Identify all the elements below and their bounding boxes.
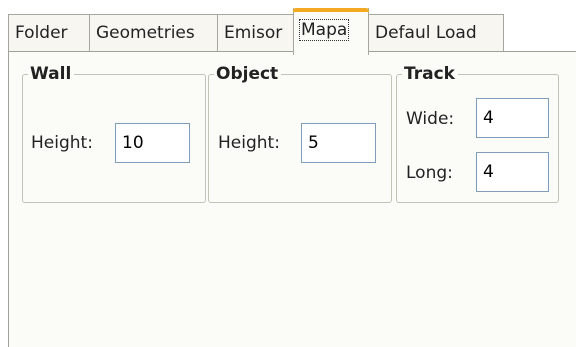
track-group-title: Track: [402, 63, 458, 85]
object-group-title: Object: [214, 63, 282, 85]
tab-folder[interactable]: Folder: [8, 14, 90, 52]
object-group: Object Height:: [208, 63, 392, 203]
tab-mapa[interactable]: Mapa: [293, 8, 369, 55]
track-long-label: Long:: [406, 163, 453, 183]
active-tab-accent: [293, 8, 369, 12]
tab-defaul-load[interactable]: Defaul Load: [368, 14, 504, 52]
track-group: Track Wide: Long:: [396, 63, 559, 203]
track-wide-label: Wide:: [406, 109, 455, 129]
tab-mapa-label: Mapa: [298, 19, 350, 41]
object-height-label: Height:: [218, 133, 280, 153]
track-long-input[interactable]: [476, 152, 549, 192]
tab-geometries[interactable]: Geometries: [89, 14, 218, 52]
tab-content-panel: Wall Height: Object Height: Track Wide: …: [8, 51, 576, 347]
tab-dialog: Folder Geometries Emisor Mapa Defaul Loa…: [0, 0, 576, 347]
wall-group: Wall Height:: [22, 63, 206, 203]
wall-group-title: Wall: [28, 63, 75, 85]
wall-height-label: Height:: [31, 133, 93, 153]
wall-height-input[interactable]: [115, 123, 190, 163]
track-wide-input[interactable]: [476, 98, 549, 138]
tab-emisor[interactable]: Emisor: [217, 14, 294, 52]
object-height-input[interactable]: [301, 123, 376, 163]
